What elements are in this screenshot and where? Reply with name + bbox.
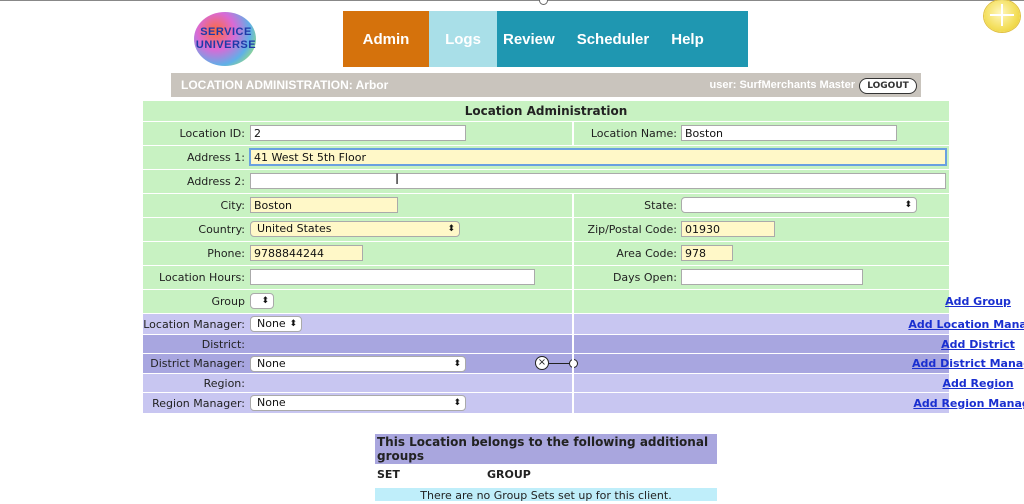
location-id-input[interactable]: 2: [250, 125, 466, 141]
days-open-input[interactable]: [681, 269, 863, 285]
area-code-label: Area Code:: [616, 247, 677, 260]
row-district: District: Add District: [143, 335, 1015, 353]
location-name-label: Location Name:: [590, 127, 677, 140]
form-title-row: Location Administration: [143, 101, 949, 121]
phone-label: Phone:: [207, 247, 245, 260]
state-select[interactable]: ⬍: [681, 197, 917, 213]
text-cursor-icon: I: [395, 172, 400, 188]
row-city: City: Boston State: ⬍: [143, 194, 949, 217]
form-title: Location Administration: [464, 104, 628, 118]
location-manager-select[interactable]: None ⬍: [250, 316, 302, 332]
select-arrows-icon: ⬍: [453, 359, 461, 369]
main-nav: Admin Logs Review Scheduler Help: [343, 11, 748, 67]
window-top-border: [0, 0, 1024, 1]
location-manager-value: None: [257, 317, 286, 330]
days-open-label: Days Open:: [612, 271, 677, 284]
district-manager-value: None: [257, 357, 286, 370]
additional-groups-section: This Location belongs to the following a…: [375, 434, 717, 482]
location-manager-label: Location Manager:: [143, 317, 245, 331]
page-header-bar: LOCATION ADMINISTRATION: Arbor user: Sur…: [171, 73, 921, 97]
address2-input[interactable]: [250, 173, 946, 189]
district-manager-label: District Manager:: [150, 357, 245, 370]
city-input[interactable]: Boston: [250, 197, 398, 213]
city-label: City:: [220, 199, 245, 212]
row-country: Country: United States ⬍ Zip/Postal Code:…: [143, 218, 949, 241]
no-group-sets-message: There are no Group Sets set up for this …: [375, 488, 717, 502]
country-value: United States: [257, 222, 332, 235]
district-label: District:: [201, 337, 245, 351]
add-district-link[interactable]: Add District: [575, 335, 1024, 353]
user-label: user: SurfMerchants Master: [709, 79, 856, 91]
add-location-manager-link[interactable]: Add Location Manager: [575, 314, 1024, 334]
address1-input[interactable]: 41 West St 5th Floor: [249, 148, 947, 166]
nav-rest: Review Scheduler Help: [497, 11, 748, 67]
col-set: SET: [377, 468, 400, 481]
location-id-label: Location ID:: [179, 127, 245, 140]
zip-label: Zip/Postal Code:: [587, 223, 677, 236]
district-manager-select[interactable]: None ⬍: [250, 356, 466, 372]
zip-input[interactable]: 01930: [681, 221, 775, 237]
service-universe-logo[interactable]: SERVICE UNIVERSE: [176, 12, 272, 66]
page-title: LOCATION ADMINISTRATION: Arbor: [181, 78, 389, 92]
hours-label: Location Hours:: [159, 271, 245, 284]
location-name-input[interactable]: Boston: [681, 125, 897, 141]
add-group-link[interactable]: Add Group: [575, 290, 1024, 313]
row-group: Group ⬍ Add Group: [143, 290, 1011, 313]
select-arrows-icon: ⬍: [261, 296, 269, 306]
row-address1: Address 1: 41 West St 5th Floor: [143, 146, 949, 169]
address2-label: Address 2:: [186, 175, 245, 188]
logo-line1: SERVICE: [200, 26, 252, 38]
add-district-manager-link[interactable]: Add District Manager: [575, 354, 1024, 373]
group-select[interactable]: ⬍: [250, 293, 274, 309]
row-location-id: Location ID: 2 Location Name: Boston: [143, 122, 949, 145]
select-arrows-icon: ⬍: [289, 319, 297, 329]
location-form: Location Administration Location ID: 2 L…: [143, 101, 1024, 413]
state-label: State:: [644, 199, 677, 212]
region-manager-value: None: [257, 396, 286, 409]
nav-logs[interactable]: Logs: [429, 11, 497, 67]
region-manager-select[interactable]: None ⬍: [250, 395, 466, 411]
groups-columns: SET GROUP: [375, 464, 717, 482]
region-manager-label: Region Manager:: [152, 396, 245, 410]
col-group: GROUP: [487, 468, 531, 481]
row-location-manager: Location Manager: None ⬍ Add Location Man…: [143, 314, 1024, 334]
logo-line2: UNIVERSE: [195, 39, 257, 51]
country-label: Country:: [198, 223, 245, 236]
resize-handle-icon[interactable]: [539, 0, 548, 5]
nav-scheduler[interactable]: Scheduler: [577, 31, 650, 48]
select-arrows-icon: ⬍: [453, 398, 461, 408]
logout-button[interactable]: LOGOUT: [859, 78, 917, 94]
nav-review[interactable]: Review: [503, 31, 555, 48]
row-phone: Phone: 9788844244 Area Code: 978: [143, 242, 949, 265]
row-region-manager: Region Manager: None ⬍ Add Region Manager: [143, 393, 1024, 413]
row-district-manager: District Manager: None ⬍ × Add District M…: [143, 354, 1024, 373]
row-hours: Location Hours: Days Open:: [143, 266, 949, 289]
row-address2: Address 2: I: [143, 170, 949, 193]
add-region-link[interactable]: Add Region: [575, 374, 1024, 392]
add-corner-icon[interactable]: [984, 0, 1020, 32]
nav-help[interactable]: Help: [671, 31, 704, 48]
nav-admin[interactable]: Admin: [343, 11, 429, 67]
add-region-manager-link[interactable]: Add Region Manager: [575, 393, 1024, 413]
country-select[interactable]: United States ⬍: [250, 221, 460, 237]
phone-input[interactable]: 9788844244: [250, 245, 363, 261]
area-code-input[interactable]: 978: [681, 245, 733, 261]
close-icon[interactable]: ×: [535, 356, 549, 370]
hours-input[interactable]: [250, 269, 535, 285]
group-label: Group: [211, 295, 246, 308]
groups-heading: This Location belongs to the following a…: [375, 434, 717, 464]
select-arrows-icon: ⬍: [904, 200, 912, 210]
row-region: Region: Add Region: [143, 374, 1014, 392]
address1-label: Address 1:: [186, 151, 245, 164]
select-arrows-icon: ⬍: [447, 224, 455, 234]
region-label: Region:: [203, 376, 245, 390]
